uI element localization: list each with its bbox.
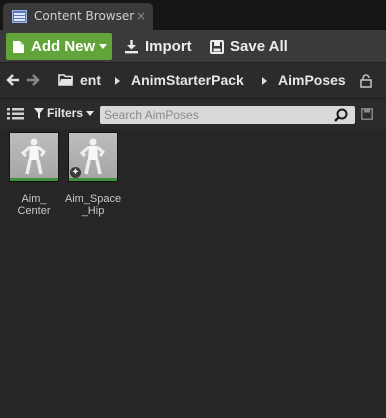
filters-label: Filters [47,106,84,120]
chevron-down-icon [99,44,108,49]
asset-thumbnail: ✦ [68,132,118,182]
asset-type-bar [10,178,58,181]
import-button[interactable]: Import [124,33,192,60]
new-file-icon [13,40,24,53]
additive-star-icon: ✦ [70,167,81,178]
content-browser-icon [12,10,27,23]
save-all-button[interactable]: Save All [210,33,288,60]
filter-row: Filters [0,98,386,129]
save-search-icon[interactable] [361,108,373,120]
close-icon[interactable]: × [136,10,146,22]
asset-name: Aim_Space _Hip [64,193,122,217]
save-all-label: Save All [230,38,288,55]
tab-title: Content Browser [34,9,135,23]
breadcrumb-root[interactable]: ent [80,72,101,88]
import-icon [125,40,138,54]
breadcrumb-separator-icon[interactable] [262,77,267,85]
search-icon[interactable] [334,108,348,122]
save-icon [210,39,224,54]
mannequin-pose-icon [20,138,47,175]
breadcrumb-separator-icon[interactable] [115,77,120,85]
chevron-down-icon [86,110,95,116]
search-box [100,106,355,124]
folder-icon[interactable] [58,73,74,87]
forward-arrow-icon[interactable] [26,73,40,87]
back-arrow-icon[interactable] [6,73,20,87]
path-bar: ent AnimStarterPack AimPoses [0,62,386,98]
asset-type-bar [69,178,117,181]
tab-strip: Content Browser × [0,0,386,30]
search-input[interactable] [100,106,330,124]
filter-funnel-icon [34,107,44,119]
lock-icon[interactable] [360,74,372,88]
tab-content-browser[interactable]: Content Browser × [3,3,153,30]
toolbar: Add New Import Save All [0,30,386,62]
asset-thumbnail [9,132,59,182]
breadcrumb-anim-starter-pack[interactable]: AnimStarterPack [131,72,244,88]
asset-grid: Aim_ Center ✦ Aim_Space _Hip [0,129,386,418]
breadcrumb-aim-poses[interactable]: AimPoses [278,72,346,88]
filters-button[interactable]: Filters [34,106,95,120]
view-options-icon[interactable] [7,107,25,121]
asset-name: Aim_ Center [17,193,51,217]
add-new-label: Add New [31,38,96,55]
import-label: Import [145,38,192,55]
add-new-button[interactable]: Add New [6,33,112,60]
